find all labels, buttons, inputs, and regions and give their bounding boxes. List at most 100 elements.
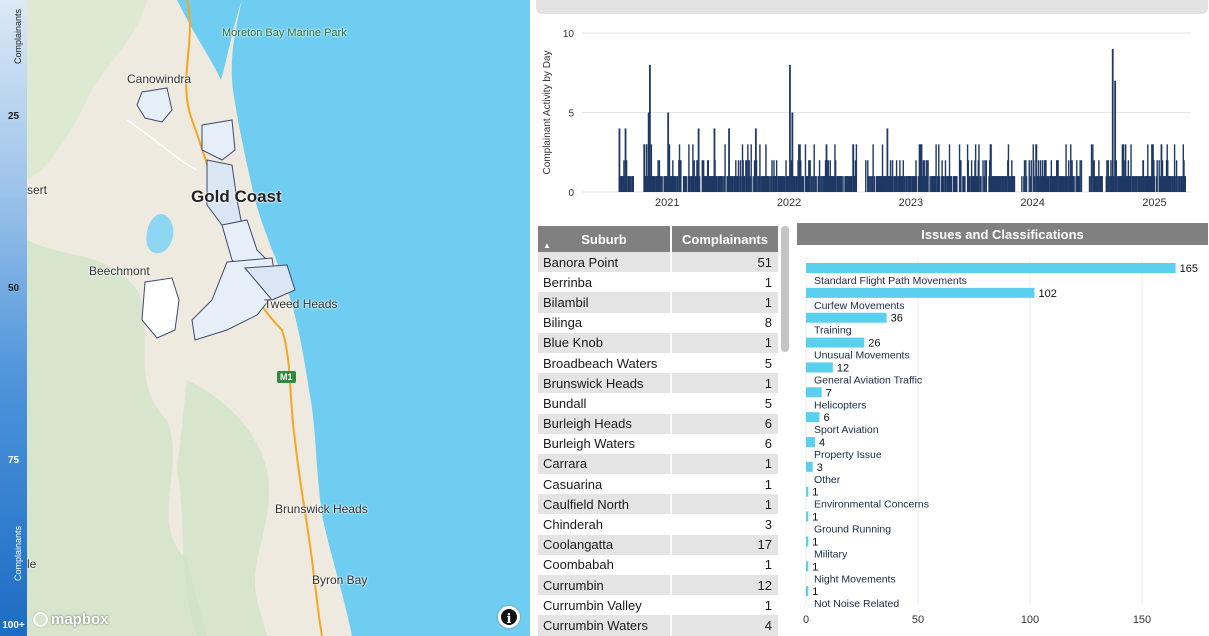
activity-bar (891, 160, 894, 192)
map-label-byron-bay: Byron Bay (312, 573, 368, 587)
issues-bar[interactable] (806, 263, 1176, 273)
issues-bar[interactable] (806, 387, 822, 398)
activity-bar (809, 160, 811, 192)
issues-bar[interactable] (806, 362, 833, 373)
suburb-cell: Currumbin Waters (538, 615, 670, 636)
dashboard: Complainants 25 50 75 Complainants 100+ (0, 0, 1209, 636)
issues-category-label: Other (814, 474, 841, 486)
activity-bar (1184, 176, 1187, 192)
issues-bar-value: 1 (812, 561, 818, 573)
activity-bar (623, 160, 625, 192)
activity-bar (865, 160, 867, 192)
table-scrollbar[interactable] (781, 226, 789, 352)
table-row[interactable]: Coolangatta 17 (538, 534, 778, 555)
suburb-cell: Currumbin (538, 575, 670, 596)
table-row[interactable]: Berrinba 1 (538, 272, 778, 292)
issues-bar-value: 26 (868, 338, 880, 350)
issues-bar-value: 12 (837, 362, 849, 374)
activity-bar (1130, 144, 1132, 192)
table-row[interactable]: Currumbin 12 (538, 575, 778, 596)
activity-bar (1052, 176, 1055, 192)
activity-bar (959, 160, 962, 192)
issues-classifications-chart[interactable]: 0 50 100 150 165 Standard Flight Path Movemen… (797, 248, 1208, 636)
complainants-column-header[interactable]: Complainants (672, 226, 778, 252)
issues-bar[interactable] (806, 312, 887, 323)
activity-bar (1094, 176, 1096, 192)
activity-bar (1108, 176, 1110, 192)
complainants-cell: 17 (672, 534, 778, 555)
table-row[interactable]: Currumbin Waters 4 (538, 615, 778, 636)
activity-bar (855, 144, 858, 192)
table-row[interactable]: Banora Point 51 (538, 252, 778, 273)
complainants-cell: 5 (764, 395, 772, 411)
suburb-cell: Bilambil (538, 292, 670, 313)
table-row[interactable]: Blue Knob 1 (538, 332, 778, 353)
complainants-cell: 12 (672, 575, 778, 596)
issues-bar[interactable] (806, 561, 809, 572)
issues-bar[interactable] (806, 536, 809, 547)
table-row[interactable]: Burleigh Waters 6 (538, 434, 778, 454)
activity-bar (1116, 176, 1118, 192)
issues-bar[interactable] (806, 486, 809, 497)
issues-bar[interactable] (806, 437, 815, 447)
activity-bar (667, 112, 670, 192)
activity-bar (922, 160, 925, 192)
activity-bar (1149, 176, 1151, 192)
table-row[interactable]: Caulfield North 1 (538, 494, 778, 515)
issues-bar[interactable] (806, 287, 1035, 298)
issues-bar[interactable] (806, 337, 865, 348)
activity-bar (693, 160, 695, 192)
table-row[interactable]: Chinderah 3 (538, 514, 778, 534)
table-row[interactable]: Broadbeach Waters 5 (538, 353, 778, 373)
issues-bar-value: 6 (823, 412, 829, 424)
table-row[interactable]: Casuarina 1 (538, 474, 778, 494)
activity-bar (1156, 160, 1158, 192)
issues-bar[interactable] (806, 461, 813, 472)
map-info-button[interactable]: i (498, 606, 520, 628)
complainant-activity-chart[interactable]: 0 5 10 Complainant Activity by Day 2021 2022 2… (536, 16, 1208, 214)
activity-bar (1073, 176, 1075, 192)
table-row[interactable]: Bilambil 1 (538, 292, 778, 313)
activity-bar (674, 176, 677, 192)
table-row[interactable]: Carrara 1 (538, 453, 778, 475)
activity-bar (632, 176, 635, 192)
activity-bar (1003, 176, 1005, 192)
suburb-cell: Casuarina (543, 476, 603, 492)
issues-bar[interactable] (806, 511, 809, 522)
activity-bar (789, 64, 791, 192)
activity-chart-svg: 0 5 10 Complainant Activity by Day 2021 2022 2… (542, 29, 1191, 209)
table-row[interactable]: Bundall 5 (538, 393, 778, 413)
table-row[interactable]: Brunswick Heads 1 (538, 373, 778, 394)
table-row[interactable]: Bilinga 8 (538, 313, 778, 333)
suburb-cell: Coombabah (543, 557, 614, 573)
activity-bar (1121, 144, 1124, 192)
issues-category-label: General Aviation Traffic (814, 374, 922, 386)
suburb-cell: Caulfield North (538, 494, 670, 515)
activity-bar (980, 176, 982, 192)
activity-bar (896, 176, 898, 192)
issues-bar[interactable] (806, 412, 820, 423)
table-row[interactable]: Currumbin Valley 1 (538, 595, 778, 615)
table-row[interactable]: Coombabah 1 (538, 555, 778, 575)
activity-bar (834, 160, 837, 192)
activity-bar (747, 144, 749, 192)
map-label-canowindra: Canowindra (127, 72, 192, 86)
complainant-map[interactable]: Moreton Bay Marine Park Canowindra Gold … (27, 0, 530, 636)
suburb-column-header[interactable]: Suburb ▲ (538, 226, 670, 252)
sort-ascending-icon[interactable]: ▲ (543, 241, 551, 250)
table-row[interactable]: Burleigh Heads 6 (538, 413, 778, 434)
issues-bar[interactable] (806, 586, 809, 597)
activity-bar (775, 160, 778, 192)
activity-bar (902, 160, 904, 192)
activity-bar (767, 176, 770, 192)
mapbox-logo[interactable]: mapbox (33, 611, 109, 628)
legend-label-bottom: Complainants (13, 525, 23, 581)
activity-bar (1009, 176, 1011, 192)
complainants-cell: 5 (764, 355, 772, 371)
activity-bar (1023, 160, 1026, 192)
suburb-complainants-table[interactable]: Suburb ▲ Complainants Banora Point 51 Berr… (538, 226, 778, 636)
activity-bar (697, 128, 700, 192)
map-label-gold-coast: Gold Coast (191, 187, 282, 206)
activity-bar (956, 176, 958, 192)
activity-bar (713, 128, 716, 192)
